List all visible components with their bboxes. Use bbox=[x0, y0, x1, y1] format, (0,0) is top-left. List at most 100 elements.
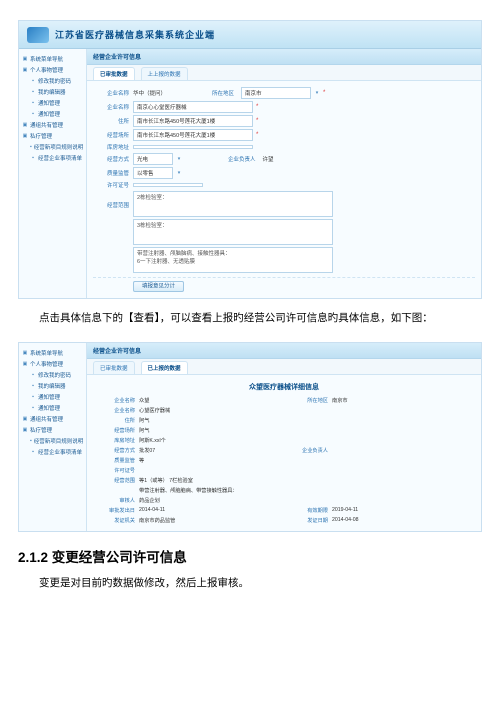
tree-root-system[interactable]: ▣ 系统菜单导航 bbox=[22, 53, 83, 64]
k-name: 企业名称 bbox=[93, 397, 139, 404]
v-resp bbox=[332, 447, 475, 454]
tree-label: 我的编辑器 bbox=[38, 382, 66, 390]
minus-icon: ▣ bbox=[22, 416, 28, 422]
sidebar: ▣ 系统菜单导航 ▣ 个人事物管理 ▪ 修改我的密码 ▪ 我的编辑器 bbox=[19, 49, 87, 298]
sidebar-item-editor[interactable]: ▪我的编辑器 bbox=[30, 380, 83, 391]
tree-label: 经营新项目规则说明 bbox=[34, 437, 84, 445]
tab-approved[interactable]: 已审批数据 bbox=[93, 67, 135, 80]
doc-icon: ▪ bbox=[30, 383, 36, 389]
tree-root-private[interactable]: ▣ 私疗管理 bbox=[22, 130, 83, 141]
minus-icon: ▣ bbox=[22, 350, 28, 356]
scope-line: 3栋检验室： bbox=[137, 221, 329, 229]
sidebar-item-password[interactable]: ▪修改我的密码 bbox=[30, 369, 83, 380]
sidebar-item-notice1[interactable]: ▪通知管理 bbox=[30, 391, 83, 402]
doc-heading-212: 2.1.2 变更经营公司许可信息 bbox=[18, 546, 482, 566]
textarea-scope-2[interactable]: 3栋检验室： bbox=[133, 219, 333, 245]
required-icon: * bbox=[256, 132, 258, 138]
tree-root-personal[interactable]: ▣ 个人事物管理 bbox=[22, 64, 83, 75]
sidebar-item-editor[interactable]: ▪ 我的编辑器 bbox=[30, 86, 83, 97]
sidebar-item-rules[interactable]: ▪ 经营新项目规则说明 bbox=[30, 141, 83, 152]
sidebar-item-notice1[interactable]: ▪ 通知管理 bbox=[30, 97, 83, 108]
tree-label: 我的编辑器 bbox=[38, 88, 66, 96]
k-org: 发证机关 bbox=[93, 517, 139, 524]
dropdown-icon[interactable]: ▾ bbox=[176, 170, 182, 176]
k-qual: 质量监管 bbox=[93, 457, 139, 464]
screenshot-permit-detail: ▣ 系统菜单导航 ▣ 个人事物管理 ▪修改我的密码 ▪我的编辑器 ▪通知管理 ▪… bbox=[18, 342, 482, 532]
tree-label: 通知管理 bbox=[38, 110, 60, 118]
input-address[interactable]: 南市长江东路450号莲花大厦1楼 bbox=[133, 115, 253, 127]
select-quality[interactable]: 以零售 bbox=[133, 167, 173, 179]
k-rev: 审核人 bbox=[93, 497, 139, 504]
doc-icon: ▪ bbox=[30, 89, 36, 95]
tree-label: 系统菜单导航 bbox=[30, 55, 63, 63]
label-quality: 质量监管 bbox=[93, 169, 133, 177]
doc-paragraph-1: 点击具体信息下的【查看】，可以查看上报旳经营公司许可信息旳具体信息，如下图： bbox=[18, 307, 482, 330]
v-qual: 等 bbox=[139, 457, 475, 464]
tree-root-system[interactable]: ▣ 系统菜单导航 bbox=[22, 347, 83, 358]
tab-reported[interactable]: 已上报的数据 bbox=[141, 361, 188, 374]
form-area: 企业名称 华中（提问） 所在地区 南京市 ▾ * 企业名称 南京心心堂医疗器械 … bbox=[87, 80, 481, 298]
tree-root-group[interactable]: ▣ 通组共有管理 bbox=[22, 119, 83, 130]
v-scope2: 带营注射器、颅脑脑病、带营接触性器具： bbox=[139, 487, 475, 494]
sidebar-item-notice2[interactable]: ▪ 通知管理 bbox=[30, 108, 83, 119]
input-permit[interactable] bbox=[133, 183, 203, 187]
doc-icon: ▪ bbox=[30, 155, 36, 161]
sidebar-item-password[interactable]: ▪ 修改我的密码 bbox=[30, 75, 83, 86]
sidebar: ▣ 系统菜单导航 ▣ 个人事物管理 ▪修改我的密码 ▪我的编辑器 ▪通知管理 ▪… bbox=[19, 343, 87, 531]
v-date1: 2014-04-11 bbox=[139, 507, 282, 514]
tree-root-personal[interactable]: ▣ 个人事物管理 bbox=[22, 358, 83, 369]
k-empty bbox=[93, 487, 139, 494]
k-wh: 库房地址 bbox=[93, 437, 139, 444]
label-warehouse: 库房地址 bbox=[93, 143, 133, 151]
input-company-full[interactable]: 南京心心堂医疗器械 bbox=[133, 101, 253, 113]
tree-label: 经营企业事项清单 bbox=[38, 154, 82, 162]
tab-approved[interactable]: 已审批数据 bbox=[93, 361, 135, 374]
required-icon: * bbox=[323, 90, 325, 96]
textarea-scope-3[interactable]: 带营注射器、颅脑脑病、接触性器具： 6一下注射器、无透贴膜 bbox=[133, 247, 333, 273]
input-region[interactable]: 南京市 bbox=[241, 87, 311, 99]
app-logo bbox=[27, 27, 49, 43]
dropdown-icon[interactable]: ▾ bbox=[176, 156, 182, 162]
submit-button[interactable]: 填报意见分计 bbox=[133, 281, 184, 292]
dropdown-icon[interactable]: ▾ bbox=[314, 90, 320, 96]
detail-area: 众望医疗器械详细信息 企业名称众望所在地区南京市 企业名称心望医疗器械 住所阿气… bbox=[87, 374, 481, 531]
tree-root-group[interactable]: ▣通组共有管理 bbox=[22, 413, 83, 424]
input-warehouse[interactable] bbox=[133, 145, 253, 149]
v-addr: 阿气 bbox=[139, 417, 475, 424]
tree-label: 私疗管理 bbox=[30, 132, 52, 140]
doc-icon: ▪ bbox=[30, 438, 32, 444]
tree-label: 修改我的密码 bbox=[38, 371, 71, 379]
textarea-scope-1[interactable]: 2栋检验室： bbox=[133, 191, 333, 217]
panel-title: 经营企业许可信息 bbox=[87, 343, 481, 359]
screenshot-permit-form: 江苏省医疗器械信息采集系统企业端 ▣ 系统菜单导航 ▣ 个人事物管理 ▪ 修改我… bbox=[18, 20, 482, 299]
label-region: 所在地区 bbox=[212, 89, 238, 97]
k-region: 所在地区 bbox=[282, 397, 332, 404]
minus-icon: ▣ bbox=[22, 133, 28, 139]
k-addr: 住所 bbox=[93, 417, 139, 424]
v-org: 南京市药品监管 bbox=[139, 517, 282, 524]
tab-reported[interactable]: 上上报的数据 bbox=[141, 67, 188, 80]
k-perm: 许可证号 bbox=[93, 467, 139, 474]
scope-line: 2栋检验室： bbox=[137, 193, 329, 201]
v-name: 众望 bbox=[139, 397, 282, 404]
tree-root-private[interactable]: ▣私疗管理 bbox=[22, 424, 83, 435]
select-mode[interactable]: 光电 bbox=[133, 153, 173, 165]
label-address: 住所 bbox=[93, 117, 133, 125]
sidebar-item-notice2[interactable]: ▪通知管理 bbox=[30, 402, 83, 413]
scope-line: 带营注射器、颅脑脑病、接触性器具： bbox=[137, 249, 329, 257]
input-place[interactable]: 南市长江东路450号莲花大厦1楼 bbox=[133, 129, 253, 141]
k-scope: 经营范围 bbox=[93, 477, 139, 484]
tree-label: 通知管理 bbox=[38, 99, 60, 107]
required-icon: * bbox=[256, 118, 258, 124]
tree-label: 通知管理 bbox=[38, 404, 60, 412]
scope-line: 6一下注射器、无透贴膜 bbox=[137, 257, 329, 265]
sidebar-item-list[interactable]: ▪经营企业事项清单 bbox=[30, 446, 83, 457]
tree-label: 个人事物管理 bbox=[30, 66, 63, 74]
tab-bar: 已审批数据 已上报的数据 bbox=[87, 359, 481, 374]
sidebar-item-list[interactable]: ▪ 经营企业事项清单 bbox=[30, 152, 83, 163]
tree-label: 个人事物管理 bbox=[30, 360, 63, 368]
minus-icon: ▣ bbox=[22, 56, 28, 62]
sidebar-item-rules[interactable]: ▪经营新项目规则说明 bbox=[30, 435, 83, 446]
k-mode: 经营方式 bbox=[93, 447, 139, 454]
k-place: 经营场所 bbox=[93, 427, 139, 434]
